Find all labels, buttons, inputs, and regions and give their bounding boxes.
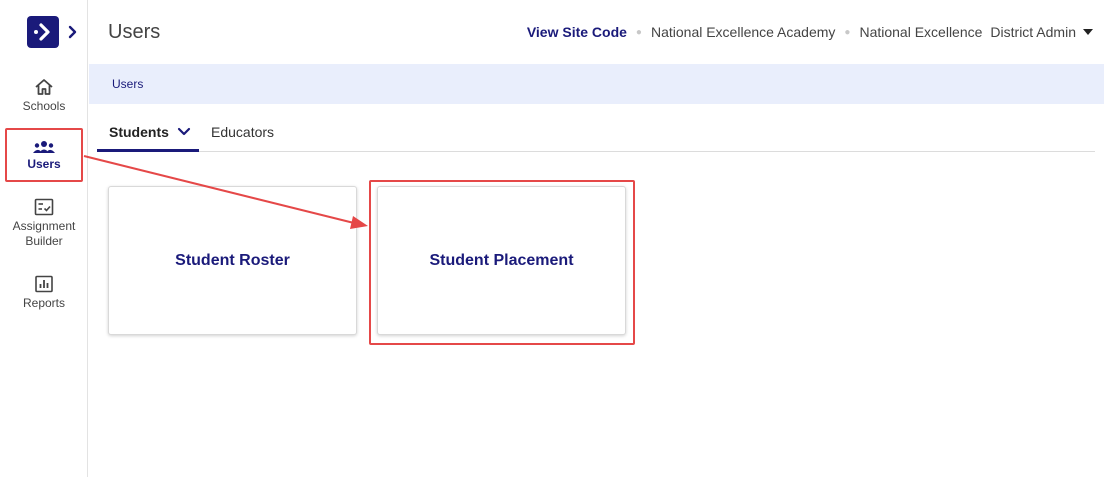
school-selector[interactable]: National Excellence Academy — [651, 24, 835, 40]
chevron-right-icon — [68, 25, 77, 39]
annotation-highlight-box — [5, 128, 83, 182]
tab-label: Educators — [211, 124, 275, 140]
breadcrumb-bar: Users — [89, 64, 1104, 104]
tab-students[interactable]: Students — [97, 124, 199, 152]
arrow-right-logo-icon — [34, 23, 50, 41]
separator-dot: ● — [635, 26, 642, 38]
sidebar-item-label-line2: Builder — [25, 234, 63, 248]
chevron-down-icon — [177, 127, 190, 136]
separator-dot: ● — [844, 26, 851, 38]
home-icon — [35, 79, 53, 95]
sidebar-item-label: Reports — [22, 296, 66, 310]
sidebar-item-reports[interactable]: Reports — [0, 275, 88, 311]
tab-label: Students — [109, 124, 169, 140]
card-title: Student Roster — [175, 251, 290, 269]
breadcrumb-item-users[interactable]: Users — [112, 77, 143, 91]
sidebar: Schools Users Assignment Builder Reports — [0, 0, 88, 477]
user-role-menu[interactable]: District Admin — [990, 24, 1076, 40]
caret-down-icon[interactable] — [1082, 28, 1094, 36]
sidebar-item-label: Schools — [22, 99, 66, 113]
tab-educators[interactable]: Educators — [211, 124, 274, 152]
district-name: National Excellence — [859, 24, 983, 40]
page-title: Users — [108, 21, 161, 43]
main-content: Users View Site Code ● National Excellen… — [89, 0, 1104, 477]
sidebar-item-label-line1: Assignment — [12, 219, 76, 233]
sidebar-expand-button[interactable] — [66, 23, 80, 41]
view-site-code-link[interactable]: View Site Code — [527, 24, 627, 40]
sidebar-item-schools[interactable]: Schools — [0, 78, 88, 114]
app-logo[interactable] — [27, 16, 59, 48]
bar-chart-icon — [35, 275, 53, 293]
student-roster-card[interactable]: Student Roster — [108, 186, 357, 335]
breadcrumb: Users — [112, 77, 143, 91]
student-placement-card[interactable]: Student Placement — [377, 186, 626, 335]
card-title: Student Placement — [429, 251, 574, 269]
tab-bar: Students Educators — [97, 120, 1095, 152]
header-toolbar: View Site Code ● National Excellence Aca… — [527, 24, 1094, 40]
sidebar-item-assignment-builder[interactable]: Assignment Builder — [0, 198, 88, 249]
checklist-icon — [34, 198, 54, 216]
